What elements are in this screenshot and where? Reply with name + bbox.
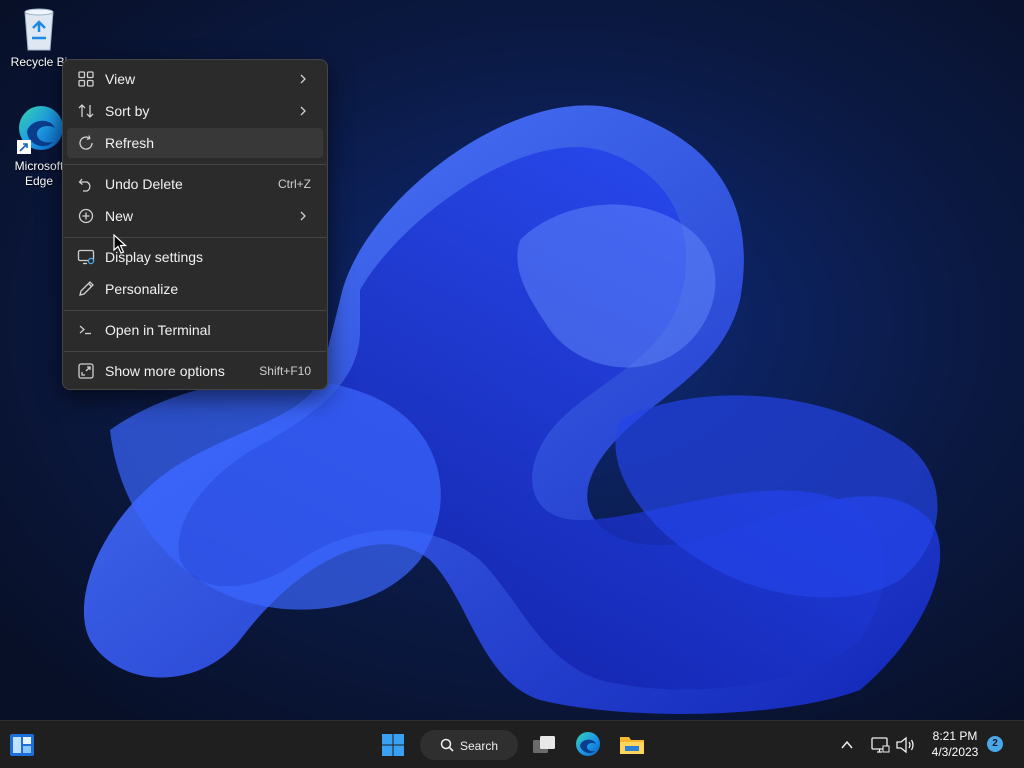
menu-item-refresh[interactable]: Refresh <box>67 128 323 158</box>
shortcut-shift-f10: Shift+F10 <box>259 364 311 378</box>
terminal-icon <box>79 325 91 335</box>
search-icon <box>440 738 454 752</box>
search-label: Search <box>460 739 499 753</box>
pen-icon <box>79 281 94 296</box>
edge-icon <box>17 106 63 154</box>
refresh-icon <box>79 135 93 150</box>
chevron-up-icon[interactable] <box>840 738 854 752</box>
menu-item-view-label: View <box>105 71 136 87</box>
taskbar: Search 8:21 PM 4/3/2023 2 <box>0 720 1024 768</box>
menu-separator <box>64 310 326 311</box>
chevron-right-icon <box>300 74 306 84</box>
shortcut-ctrl-z: Ctrl+Z <box>278 177 311 191</box>
menu-separator <box>64 164 326 165</box>
volume-icon[interactable] <box>895 735 915 755</box>
network-icon[interactable] <box>870 735 890 755</box>
menu-item-sort-by[interactable]: Sort by <box>67 96 323 126</box>
expand-icon <box>78 363 94 379</box>
start-windows-icon[interactable] <box>381 733 405 757</box>
chevron-right-icon <box>300 106 306 116</box>
menu-item-new[interactable]: New <box>67 201 323 231</box>
desktop-context-menu: View Sort by Refresh Undo Delete Ctrl+Z … <box>62 59 328 390</box>
menu-item-open-in-terminal[interactable]: Open in Terminal <box>67 315 323 345</box>
menu-separator <box>64 237 326 238</box>
menu-item-view[interactable]: View <box>67 64 323 94</box>
menu-item-refresh-label: Refresh <box>105 135 155 151</box>
task-view-icon[interactable] <box>531 733 557 757</box>
menu-item-undo-delete-label: Undo Delete <box>105 176 183 192</box>
plus-circle-icon <box>78 208 94 224</box>
mouse-cursor-icon <box>113 234 127 254</box>
taskbar-search-button[interactable]: Search <box>420 730 518 760</box>
recycle-bin-icon <box>24 8 54 51</box>
menu-item-show-more-options[interactable]: Show more options Shift+F10 <box>67 356 323 386</box>
edge-taskbar-icon[interactable] <box>575 731 601 757</box>
menu-item-open-in-terminal-label: Open in Terminal <box>105 322 211 338</box>
edge-label-line1: Microsoft <box>14 159 64 173</box>
menu-item-show-more-options-label: Show more options <box>105 363 225 379</box>
edge-label-line2: Edge <box>24 174 54 188</box>
menu-item-personalize[interactable]: Personalize <box>67 274 323 304</box>
notification-badge[interactable]: 2 <box>987 736 1003 752</box>
sort-icon <box>78 104 94 118</box>
menu-separator <box>64 351 326 352</box>
undo-icon <box>78 178 91 192</box>
widgets-icon[interactable] <box>9 733 35 757</box>
grid-icon <box>78 71 94 87</box>
menu-item-personalize-label: Personalize <box>105 281 179 297</box>
chevron-right-icon <box>300 211 306 221</box>
menu-item-display-settings[interactable]: Display settings <box>67 242 323 272</box>
menu-item-new-label: New <box>105 208 134 224</box>
clock-date: 4/3/2023 <box>931 745 979 759</box>
menu-item-sort-by-label: Sort by <box>105 103 150 119</box>
taskbar-clock[interactable]: 8:21 PM 4/3/2023 <box>922 728 988 760</box>
file-explorer-icon[interactable] <box>619 732 645 756</box>
display-icon <box>77 249 95 265</box>
clock-time: 8:21 PM <box>932 729 978 743</box>
recycle-bin-label: Recycle Bi <box>10 55 68 69</box>
menu-item-undo-delete[interactable]: Undo Delete Ctrl+Z <box>67 169 323 199</box>
